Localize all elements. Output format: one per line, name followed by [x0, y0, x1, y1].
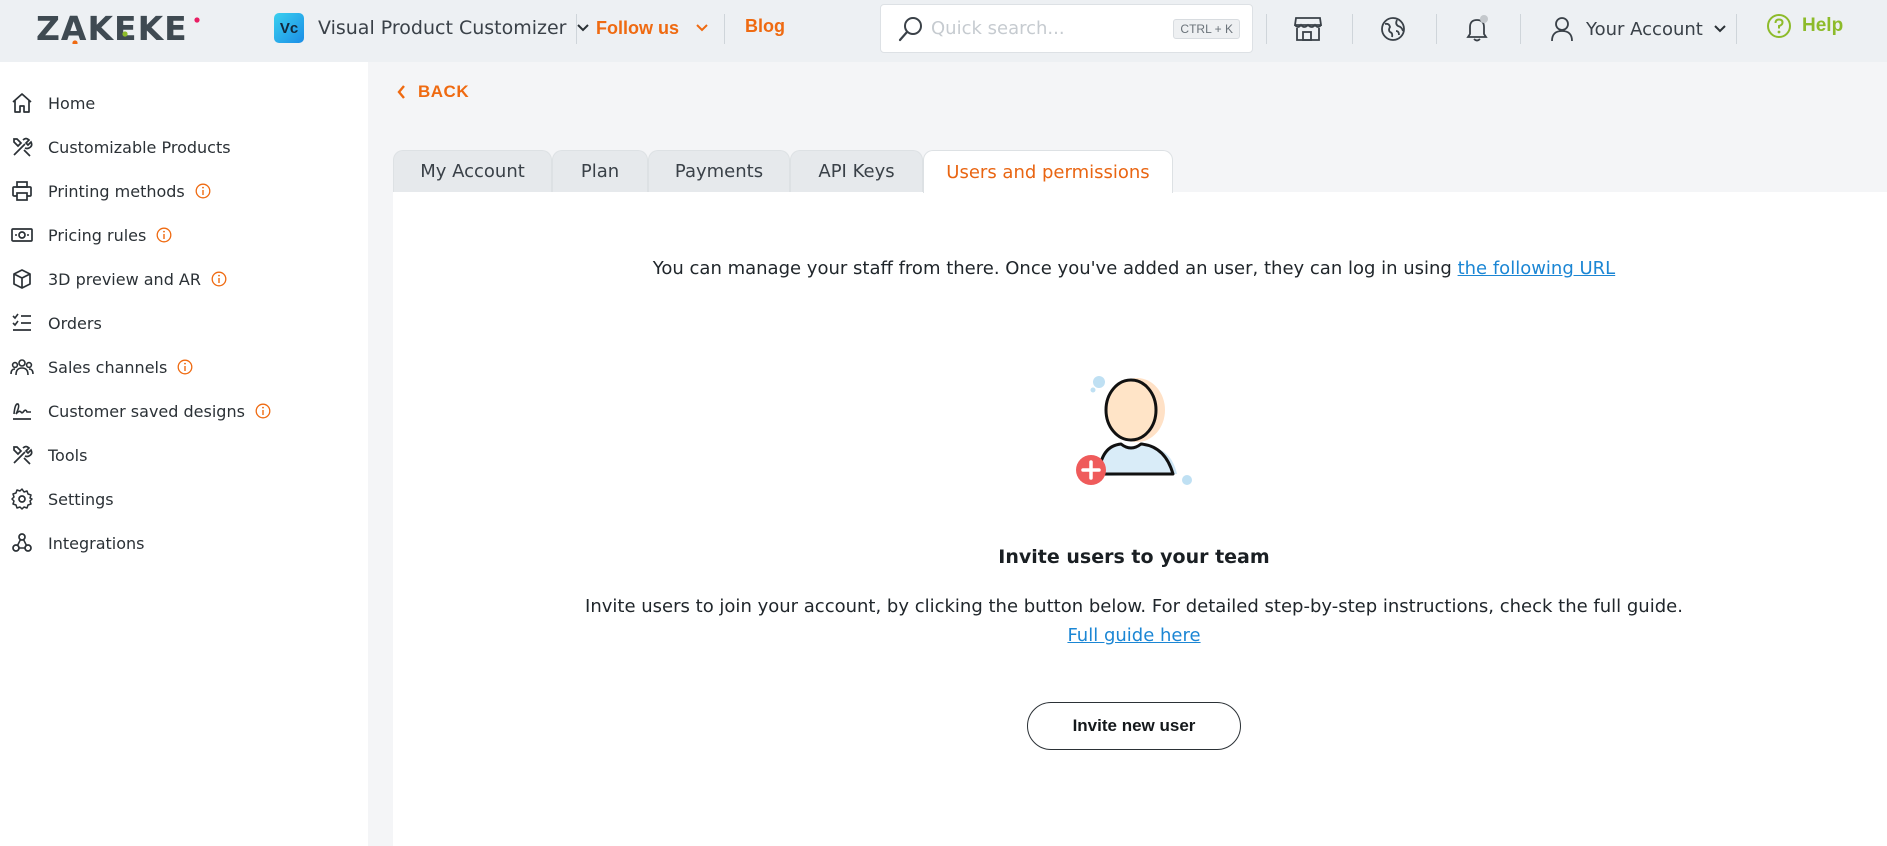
- top-bar: ZAKEKE Vc Visual Product Customizer Foll…: [0, 0, 1887, 62]
- back-label: BACK: [418, 82, 470, 101]
- integrations-icon: [10, 531, 34, 555]
- sidebar-item-orders[interactable]: Orders: [10, 308, 102, 338]
- follow-us-menu[interactable]: Follow us: [596, 14, 709, 42]
- sidebar-item-integrations[interactable]: Integrations: [10, 528, 145, 558]
- language-button[interactable]: [1377, 13, 1409, 45]
- divider: [1520, 14, 1521, 44]
- tab-users-and-permissions[interactable]: Users and permissions: [923, 150, 1173, 193]
- follow-us-label: Follow us: [596, 17, 679, 38]
- intro-text-body: You can manage your staff from there. On…: [652, 258, 1458, 279]
- chevron-down-icon: [696, 24, 708, 32]
- divider: [1352, 14, 1353, 44]
- account-label: Your Account: [1586, 18, 1703, 40]
- intro-text: You can manage your staff from there. On…: [393, 258, 1875, 279]
- sidebar-item-label: Customer saved designs: [48, 401, 245, 421]
- gear-icon: [10, 487, 34, 511]
- blog-link[interactable]: Blog: [745, 16, 785, 37]
- quick-search[interactable]: CTRL + K: [880, 4, 1253, 53]
- invite-title: Invite users to your team: [998, 546, 1270, 568]
- money-icon: [10, 223, 34, 247]
- divider: [1736, 14, 1737, 44]
- svg-text:ZAKEKE: ZAKEKE: [36, 10, 188, 44]
- group-icon: [10, 355, 34, 379]
- app-badge: Vc: [274, 13, 304, 43]
- sidebar-item-label: Customizable Products: [48, 137, 231, 157]
- search-input[interactable]: [931, 18, 1171, 39]
- sidebar-item-customizable-products[interactable]: Customizable Products: [10, 132, 231, 162]
- chevron-down-icon: [577, 24, 590, 32]
- logo-mark: ZAKEKE: [36, 10, 200, 44]
- sidebar-item-label: Settings: [48, 489, 114, 509]
- list-check-icon: [10, 311, 34, 335]
- invite-description: Invite users to join your account, by cl…: [585, 596, 1683, 617]
- sidebar-item-printing-methods[interactable]: Printing methods: [10, 176, 211, 206]
- sidebar-item-label: Integrations: [48, 533, 145, 553]
- sidebar-item-label: Tools: [48, 445, 88, 465]
- full-guide-link[interactable]: Full guide here: [1067, 625, 1200, 646]
- sidebar-item-3d-preview[interactable]: 3D preview and AR: [10, 264, 227, 294]
- search-shortcut: CTRL + K: [1173, 19, 1240, 39]
- divider: [576, 14, 577, 44]
- help-circle-icon: [1767, 14, 1791, 38]
- printer-icon: [10, 179, 34, 203]
- app-switcher[interactable]: Vc Visual Product Customizer: [274, 12, 590, 44]
- login-url-link[interactable]: the following URL: [1458, 258, 1616, 279]
- info-icon[interactable]: [255, 403, 271, 419]
- tools-icon: [10, 443, 34, 467]
- divider: [724, 14, 725, 44]
- zakeke-logo[interactable]: ZAKEKE: [36, 10, 202, 44]
- tab-my-account[interactable]: My Account: [393, 150, 552, 192]
- sidebar-item-label: 3D preview and AR: [48, 269, 201, 289]
- sidebar-item-sales-channels[interactable]: Sales channels: [10, 352, 193, 382]
- cube-icon: [10, 267, 34, 291]
- tab-payments[interactable]: Payments: [648, 150, 790, 192]
- sidebar-item-label: Pricing rules: [48, 225, 147, 245]
- users-panel: You can manage your staff from there. On…: [393, 192, 1887, 846]
- sidebar-item-customer-saved-designs[interactable]: Customer saved designs: [10, 396, 271, 426]
- sidebar-item-label: Home: [48, 93, 96, 113]
- sidebar: Home Customizable Products Printing meth…: [0, 62, 368, 846]
- help-label: Help: [1802, 15, 1844, 36]
- search-icon: [898, 16, 922, 41]
- signature-icon: [10, 399, 34, 423]
- user-icon: [1551, 17, 1573, 42]
- info-icon[interactable]: [177, 359, 193, 375]
- notifications-button[interactable]: [1461, 13, 1493, 45]
- chevron-left-icon: [397, 85, 405, 99]
- divider: [1266, 14, 1267, 44]
- bell-icon: [1466, 15, 1488, 42]
- store-icon: [1293, 17, 1323, 41]
- sidebar-item-settings[interactable]: Settings: [10, 484, 114, 514]
- tab-plan[interactable]: Plan: [552, 150, 648, 192]
- invite-new-user-button[interactable]: Invite new user: [1027, 702, 1241, 750]
- info-icon[interactable]: [156, 227, 172, 243]
- invite-user-illustration: [1076, 376, 1192, 485]
- globe-icon: [1381, 17, 1405, 41]
- sidebar-item-pricing-rules[interactable]: Pricing rules: [10, 220, 172, 250]
- sidebar-item-tools[interactable]: Tools: [10, 440, 87, 470]
- sidebar-item-label: Printing methods: [48, 181, 185, 201]
- tools-icon: [10, 135, 34, 159]
- help-button[interactable]: Help: [1766, 13, 1843, 39]
- chevron-down-icon: [1714, 25, 1726, 33]
- sidebar-item-label: Orders: [48, 313, 102, 333]
- back-button[interactable]: BACK: [396, 80, 469, 104]
- info-icon[interactable]: [195, 183, 211, 199]
- home-icon: [10, 91, 34, 115]
- sidebar-item-home[interactable]: Home: [10, 88, 95, 118]
- info-icon[interactable]: [211, 271, 227, 287]
- store-button[interactable]: [1292, 13, 1324, 45]
- divider: [1436, 14, 1437, 44]
- account-menu[interactable]: Your Account: [1550, 14, 1727, 44]
- sidebar-item-label: Sales channels: [48, 357, 168, 377]
- tab-api-keys[interactable]: API Keys: [790, 150, 923, 192]
- app-name: Visual Product Customizer: [318, 17, 567, 39]
